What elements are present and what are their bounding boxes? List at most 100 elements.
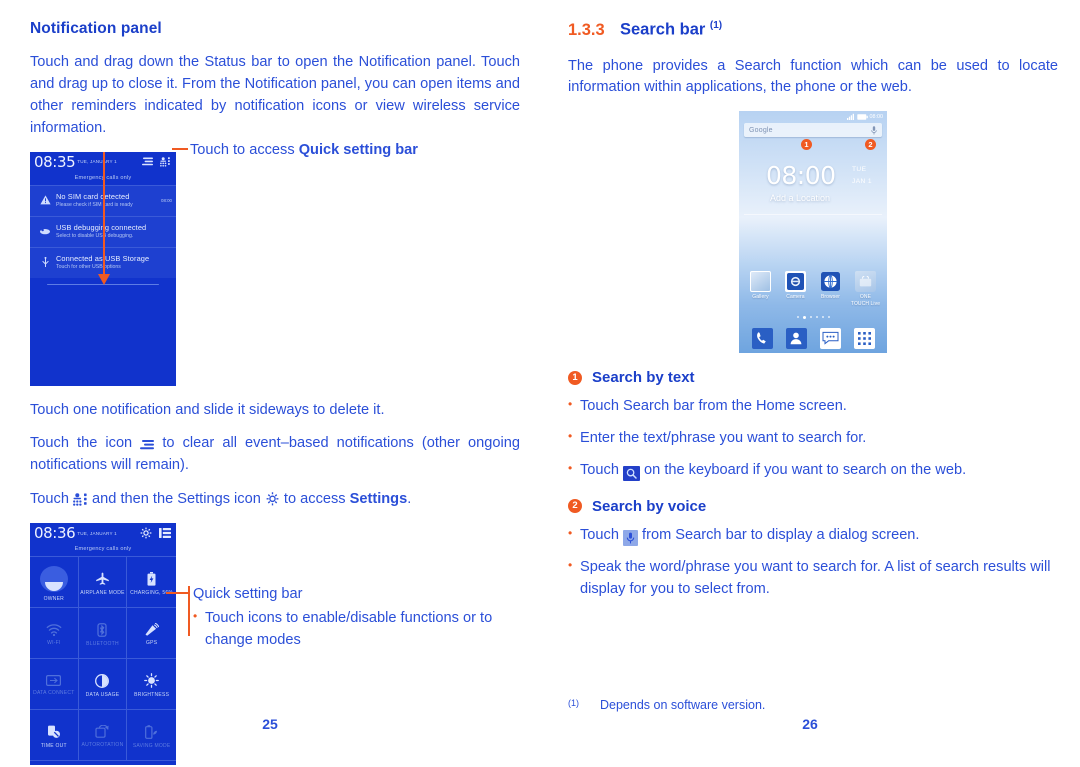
microphone-icon[interactable]	[871, 126, 877, 135]
app-browser[interactable]: Browser	[816, 271, 846, 307]
browser-icon	[820, 271, 841, 292]
home-screen-screenshot: 08:00 Google 1 2 08:00 TUE JAN 1 Add a L…	[739, 111, 887, 354]
page-number-left: 25	[262, 716, 278, 732]
page-indicator-dots	[739, 316, 887, 320]
quick-tile-gps[interactable]: GPS	[127, 608, 176, 660]
paragraph-access-settings: Touch and then the Settings icon to acce…	[30, 489, 520, 511]
camera-icon	[785, 271, 806, 293]
quick-tile-charging[interactable]: CHARGING, 56%	[127, 557, 176, 609]
clear-all-icon	[140, 439, 155, 450]
section-footnote-mark: (1)	[709, 20, 723, 31]
search-input[interactable]: Google	[749, 127, 871, 134]
app-label: Browser	[820, 294, 841, 301]
quick-tile-bluetooth[interactable]: BLUETOOTH	[78, 608, 128, 660]
quick-tile-saving-mode[interactable]: SAVING MODE	[127, 710, 176, 762]
quick-settings-grid-icon[interactable]	[160, 156, 171, 167]
status-bar-time: 08:36	[34, 524, 76, 543]
page-number-right: 26	[802, 716, 818, 732]
page-dot[interactable]	[796, 316, 799, 319]
screenshot-status-bar: 08:36 TUE, JANUARY 1	[30, 523, 176, 543]
quick-tile-timeout[interactable]: TIME OUT	[30, 710, 79, 762]
callout-quick-setting-bar: Quick setting bar Touch icons to enable/…	[193, 584, 513, 662]
home-dock	[739, 323, 887, 353]
bullet-suffix: on the keyboard if you want to search on…	[640, 462, 967, 479]
page-dot[interactable]	[815, 316, 818, 319]
clock-weather-widget[interactable]: 08:00 TUE JAN 1 Add a Location	[744, 153, 882, 216]
quick-tile-autorotation[interactable]: AUTOROTATION	[78, 710, 128, 762]
quick-tile-label: DATA CONNECT	[33, 690, 75, 697]
gps-icon	[144, 622, 160, 636]
app-gallery[interactable]: Gallery	[746, 271, 776, 307]
app-one-touch-live[interactable]: ONE TOUCH Live	[851, 271, 881, 307]
saving-mode-icon	[145, 724, 158, 739]
quick-tile-wifi[interactable]: WI-FI	[30, 608, 79, 660]
quick-tile-data-connect[interactable]: DATA CONNECT	[30, 659, 79, 711]
quick-tile-label: GPS	[146, 640, 158, 647]
quick-tile-label: DATA USAGE	[85, 691, 120, 698]
notification-panel-heading: Notification panel	[30, 20, 162, 37]
contacts-icon[interactable]	[785, 327, 807, 349]
quick-tile-data-usage[interactable]: DATA USAGE	[78, 659, 128, 711]
usb-storage-icon	[34, 256, 56, 268]
page-dot[interactable]	[809, 316, 812, 319]
quick-tile-airplane-mode[interactable]: AIRPLANE MODE	[78, 557, 128, 609]
status-bar-date: TUE, JANUARY 1	[77, 530, 117, 536]
quick-tile-label: BLUETOOTH	[86, 640, 119, 647]
page-dot-active[interactable]	[802, 316, 806, 320]
quick-tile-label: AUTOROTATION	[81, 742, 124, 749]
app-label: Gallery	[752, 294, 769, 301]
gallery-icon	[750, 271, 771, 293]
notification-panel-intro: Touch and drag down the Status bar to op…	[30, 54, 520, 136]
leader-line-quick-bar-vertical	[188, 586, 190, 636]
page-dot[interactable]	[821, 316, 824, 319]
autorotation-icon	[95, 724, 110, 738]
search-by-text-label: Search by text	[592, 369, 695, 387]
search-bar-intro: The phone provides a Search function whi…	[568, 57, 1058, 96]
quick-tile-brightness[interactable]: BRIGHTNESS	[127, 659, 176, 711]
badge-two: 2	[568, 499, 582, 514]
bullet-prefix: Touch	[580, 526, 623, 543]
quick-tile-label: AIRPLANE MODE	[80, 589, 125, 596]
quick-tile-owner[interactable]: OWNER	[30, 557, 79, 609]
home-screenshot-wrapper: 08:00 Google 1 2 08:00 TUE JAN 1 Add a L…	[568, 111, 1058, 354]
notification-title: Connected as USB Storage	[56, 254, 150, 264]
notification-list-icon[interactable]	[159, 528, 171, 539]
callout-prefix: Touch to access	[190, 142, 299, 158]
widget-clock-time: 08:00	[766, 161, 836, 191]
widget-date: JAN 1	[852, 178, 872, 186]
carrier-label: Emergency calls only	[74, 546, 132, 553]
status-bar-date: TUE, JANUARY 1	[77, 159, 117, 165]
messaging-icon[interactable]	[819, 327, 841, 349]
bullet-touch-search-key: Touch on the keyboard if you want to sea…	[568, 459, 1058, 482]
search-by-voice-label: Search by voice	[592, 497, 707, 515]
bluetooth-icon	[97, 622, 108, 637]
gear-icon[interactable]	[140, 527, 152, 539]
widget-add-location[interactable]: Add a Location	[770, 193, 830, 203]
app-camera[interactable]: Camera	[781, 271, 811, 307]
brightness-icon	[144, 673, 160, 688]
widget-day-of-week: TUE	[852, 166, 867, 174]
manual-page-spread: Notification panel Touch and drag down t…	[0, 0, 1080, 767]
avatar-icon	[39, 565, 68, 592]
app-drawer-icon[interactable]	[853, 327, 875, 349]
signal-bars-icon	[846, 113, 855, 121]
leader-line-quick-bar	[166, 592, 188, 594]
footnote-mark-text: (1)	[568, 698, 579, 708]
usb-debug-icon	[34, 227, 56, 235]
clear-all-icon[interactable]	[142, 157, 153, 166]
settings-text-c: to access	[279, 491, 350, 508]
bullet-touch-search-bar: Touch Search bar from the Home screen.	[568, 395, 1058, 418]
settings-text-b: and then the Settings icon	[88, 491, 265, 508]
page-dot[interactable]	[827, 316, 830, 319]
quick-tile-label: OWNER	[43, 595, 65, 602]
phone-icon[interactable]	[751, 327, 773, 349]
notification-title: USB debugging connected	[56, 223, 147, 233]
search-by-text-heading: 1 Search by text	[568, 369, 1058, 386]
google-search-bar[interactable]: Google	[744, 123, 882, 138]
bullet-enter-text: Enter the text/phrase you want to search…	[568, 427, 1058, 450]
search-by-voice-heading: 2 Search by voice	[568, 498, 1058, 515]
callout-quick-setting-access: Touch to access Quick setting bar	[190, 140, 490, 162]
bullet-speak-phrase: Speak the word/phrase you want to search…	[568, 556, 1058, 601]
wifi-icon	[46, 623, 62, 636]
badge-one: 1	[568, 370, 582, 385]
